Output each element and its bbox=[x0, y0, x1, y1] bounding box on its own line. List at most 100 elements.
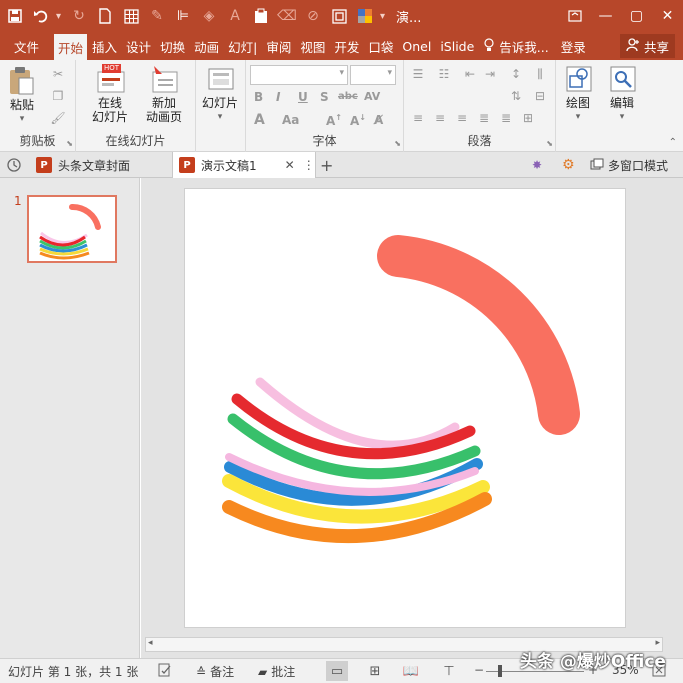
zoom-slider-thumb[interactable] bbox=[498, 665, 502, 677]
slide-button[interactable]: 幻灯片 ▾ bbox=[202, 64, 238, 124]
drawing-button[interactable]: 绘图 ▾ bbox=[564, 64, 592, 124]
columns-icon[interactable]: ⫼ bbox=[532, 66, 548, 82]
distribute-icon[interactable]: ≣ bbox=[498, 110, 514, 126]
decrease-indent-icon[interactable]: ⇤ bbox=[462, 66, 478, 82]
save-icon[interactable] bbox=[4, 4, 26, 28]
normal-view-button[interactable]: ▭ bbox=[326, 661, 348, 681]
bullets-icon[interactable]: ☰ bbox=[410, 66, 426, 82]
vertical-scrollbar[interactable] bbox=[667, 178, 683, 636]
multi-window-button[interactable]: 多窗口模式 bbox=[590, 152, 668, 178]
grid-icon[interactable] bbox=[120, 4, 142, 28]
decrease-font-icon[interactable]: A↓ bbox=[350, 113, 366, 128]
online-slide-button[interactable]: HOT 在线 幻灯片 bbox=[92, 64, 128, 124]
copy-icon[interactable]: ❐ bbox=[50, 88, 66, 104]
settings-gear-icon[interactable]: ⚙ bbox=[562, 152, 575, 178]
minimize-button[interactable]: — bbox=[590, 0, 621, 32]
tab-developer[interactable]: 开发 bbox=[330, 34, 363, 58]
restore-button[interactable]: ▢ bbox=[621, 0, 652, 32]
font-color-icon[interactable]: A bbox=[224, 4, 246, 28]
login-link[interactable]: 登录 bbox=[561, 37, 586, 56]
share-button[interactable]: 共享 bbox=[619, 34, 675, 58]
comments-button[interactable]: ▰ 批注 bbox=[258, 663, 295, 680]
font-family-select[interactable] bbox=[250, 65, 348, 85]
align-left-icon[interactable]: ≡ bbox=[410, 110, 426, 126]
tab-islide[interactable]: iSlide bbox=[436, 34, 478, 58]
justify-icon[interactable]: ≣ bbox=[476, 110, 492, 126]
tab-home[interactable]: 开始 bbox=[54, 34, 88, 60]
text-direction-icon[interactable]: ⇅ bbox=[508, 88, 524, 104]
scroll-left-icon[interactable]: ◂ bbox=[148, 638, 153, 648]
tab-review[interactable]: 审阅 bbox=[262, 34, 295, 58]
tab-slideshow[interactable]: 幻灯| bbox=[224, 34, 261, 58]
tell-me-box[interactable]: 告诉我... bbox=[483, 37, 549, 56]
add-tab-button[interactable]: + bbox=[320, 152, 333, 178]
paragraph-launcher-icon[interactable]: ⬊ bbox=[546, 139, 553, 148]
align-center-icon[interactable]: ≡ bbox=[432, 110, 448, 126]
reading-view-button[interactable]: 📖 bbox=[400, 661, 422, 681]
tab-view[interactable]: 视图 bbox=[296, 34, 329, 58]
sparkle-icon[interactable]: ✸ bbox=[532, 152, 542, 178]
close-button[interactable]: ✕ bbox=[652, 0, 683, 32]
font-launcher-icon[interactable]: ⬊ bbox=[394, 139, 401, 148]
tab-design[interactable]: 设计 bbox=[122, 34, 155, 58]
slideshow-button[interactable]: ⊤ bbox=[438, 661, 460, 681]
tab-transitions[interactable]: 切换 bbox=[156, 34, 189, 58]
change-case-button[interactable]: Aa bbox=[282, 113, 299, 127]
tab-pocket[interactable]: 口袋 bbox=[364, 34, 397, 58]
align-text-icon[interactable]: ⊟ bbox=[532, 88, 548, 104]
notes-button[interactable]: ≙ 备注 bbox=[196, 663, 234, 680]
slide-sorter-button[interactable]: ⊞ bbox=[364, 661, 386, 681]
shadow-button[interactable]: S bbox=[320, 90, 329, 104]
color-picker-icon[interactable] bbox=[354, 4, 376, 28]
arc-shape[interactable] bbox=[377, 235, 580, 435]
qat-more-icon[interactable]: ▾ bbox=[380, 11, 388, 22]
tab-onekey[interactable]: Onel bbox=[398, 34, 435, 58]
ribbon-display-icon[interactable] bbox=[559, 0, 590, 32]
tab-insert[interactable]: 插入 bbox=[88, 34, 121, 58]
undo-icon[interactable] bbox=[30, 4, 52, 28]
tab-file[interactable]: 文件 bbox=[0, 34, 53, 58]
balloons-image[interactable] bbox=[222, 377, 492, 544]
slide-dropdown-icon[interactable]: ▾ bbox=[218, 110, 223, 124]
doc-tab-presentation[interactable]: P 演示文稿1 ✕ ⋮ bbox=[172, 152, 316, 178]
spellcheck-icon[interactable] bbox=[158, 663, 172, 677]
cut-icon[interactable]: ✂ bbox=[50, 66, 66, 82]
undo-dropdown-icon[interactable]: ▾ bbox=[56, 11, 64, 22]
close-tab-icon[interactable]: ✕ bbox=[285, 158, 295, 172]
shape-fill-icon[interactable]: ◈ bbox=[198, 4, 220, 28]
collapse-ribbon-icon[interactable]: ⌃ bbox=[669, 137, 677, 148]
font-color-button[interactable]: A bbox=[254, 112, 265, 128]
doc-tab-cover[interactable]: P 头条文章封面 bbox=[32, 152, 172, 178]
increase-font-icon[interactable]: A↑ bbox=[326, 113, 342, 128]
slide-canvas[interactable] bbox=[184, 188, 626, 628]
new-doc-icon[interactable] bbox=[94, 4, 116, 28]
drawing-dropdown-icon[interactable]: ▾ bbox=[576, 110, 581, 124]
tab-menu-icon[interactable]: ⋮ bbox=[303, 158, 315, 172]
redo-icon[interactable]: ↻ bbox=[68, 4, 90, 28]
frame-icon[interactable] bbox=[328, 4, 350, 28]
align-icon[interactable]: ⊫ bbox=[172, 4, 194, 28]
new-animation-button[interactable]: 新加 动画页 bbox=[146, 64, 182, 124]
editing-dropdown-icon[interactable]: ▾ bbox=[620, 110, 625, 124]
clear-icon[interactable]: ⊘ bbox=[302, 4, 324, 28]
clear-format-icon[interactable]: A̸ bbox=[374, 113, 383, 127]
paste-icon[interactable] bbox=[250, 4, 272, 28]
history-icon[interactable] bbox=[6, 152, 22, 178]
paste-button[interactable]: 粘贴 ▾ bbox=[8, 66, 36, 126]
eraser-icon[interactable]: ⌫ bbox=[276, 4, 298, 28]
underline-button[interactable]: U bbox=[298, 90, 308, 104]
tab-animations[interactable]: 动画 bbox=[190, 34, 223, 58]
align-right-icon[interactable]: ≡ bbox=[454, 110, 470, 126]
smartart-icon[interactable]: ⊞ bbox=[520, 110, 536, 126]
slide-thumbnail[interactable] bbox=[27, 195, 117, 263]
clipboard-launcher-icon[interactable]: ⬊ bbox=[66, 139, 73, 148]
font-size-select[interactable] bbox=[350, 65, 396, 85]
char-spacing-button[interactable]: AV bbox=[364, 90, 380, 103]
numbering-icon[interactable]: ☷ bbox=[436, 66, 452, 82]
line-spacing-icon[interactable]: ↕ bbox=[508, 66, 524, 82]
zoom-out-button[interactable]: − bbox=[474, 663, 484, 677]
pen-icon[interactable]: ✎ bbox=[146, 4, 168, 28]
bold-button[interactable]: B bbox=[254, 90, 263, 104]
paste-dropdown-icon[interactable]: ▾ bbox=[20, 112, 25, 126]
editing-button[interactable]: 编辑 ▾ bbox=[608, 64, 636, 124]
